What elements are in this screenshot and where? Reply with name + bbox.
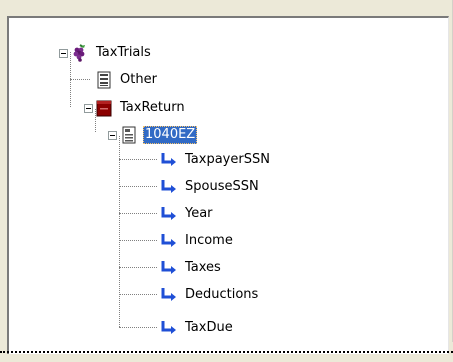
- field-label: TaxDue: [185, 320, 233, 335]
- form-document-icon: [120, 126, 138, 144]
- tree-node-1040ez[interactable]: 1040EZ: [120, 125, 198, 145]
- tree-connector: [119, 294, 157, 295]
- tree-connector: [119, 159, 157, 160]
- field-label: Deductions: [185, 287, 259, 302]
- dotted-divider: [0, 351, 453, 353]
- tree-node-taxreturn[interactable]: TaxReturn: [95, 98, 187, 118]
- field-label: SpouseSSN: [185, 179, 259, 194]
- red-folder-icon: [95, 99, 113, 117]
- field-arrow-icon: [160, 259, 178, 277]
- collapse-toggle-1040ez[interactable]: [108, 131, 117, 140]
- tree-field-taxdue[interactable]: TaxDue: [160, 318, 235, 338]
- field-arrow-icon: [160, 151, 178, 169]
- tree-node-label-selected: 1040EZ: [143, 126, 198, 144]
- tree-node-label: Other: [120, 72, 157, 87]
- field-label: Taxes: [185, 260, 221, 275]
- tree-node-taxtrials[interactable]: TaxTrials: [71, 43, 153, 63]
- tree-panel[interactable]: TaxTrials Other TaxReturn 1040EZ Taxpaye…: [7, 16, 449, 354]
- grapes-database-icon: [71, 44, 89, 62]
- field-arrow-icon: [160, 205, 178, 223]
- field-label: Year: [185, 206, 213, 221]
- tree-connector: [119, 267, 157, 268]
- document-icon: [95, 71, 113, 89]
- field-label: Income: [185, 233, 233, 248]
- tree-field-income[interactable]: Income: [160, 231, 235, 251]
- tree-field-spousessn[interactable]: SpouseSSN: [160, 177, 261, 197]
- tree-connector: [70, 79, 90, 80]
- tree-field-taxes[interactable]: Taxes: [160, 258, 223, 278]
- field-label: TaxpayerSSN: [185, 152, 270, 167]
- tree-connector: [119, 186, 157, 187]
- tree-field-taxpayerssn[interactable]: TaxpayerSSN: [160, 150, 272, 170]
- field-arrow-icon: [160, 232, 178, 250]
- collapse-toggle-taxreturn[interactable]: [84, 104, 93, 113]
- tree-field-deductions[interactable]: Deductions: [160, 285, 260, 305]
- tree-node-label: TaxTrials: [96, 45, 151, 60]
- field-arrow-icon: [160, 286, 178, 304]
- tree-field-year[interactable]: Year: [160, 204, 215, 224]
- tree-node-other[interactable]: Other: [95, 70, 159, 90]
- tree-node-label: TaxReturn: [120, 100, 185, 115]
- tree-connector: [119, 213, 157, 214]
- field-arrow-icon: [160, 319, 178, 337]
- field-arrow-icon: [160, 178, 178, 196]
- tree-connector: [119, 136, 120, 327]
- tree-connector: [119, 240, 157, 241]
- tree-connector: [119, 327, 157, 328]
- tree-view[interactable]: TaxTrials Other TaxReturn 1040EZ Taxpaye…: [9, 18, 448, 354]
- collapse-toggle-taxtrials[interactable]: [59, 49, 68, 58]
